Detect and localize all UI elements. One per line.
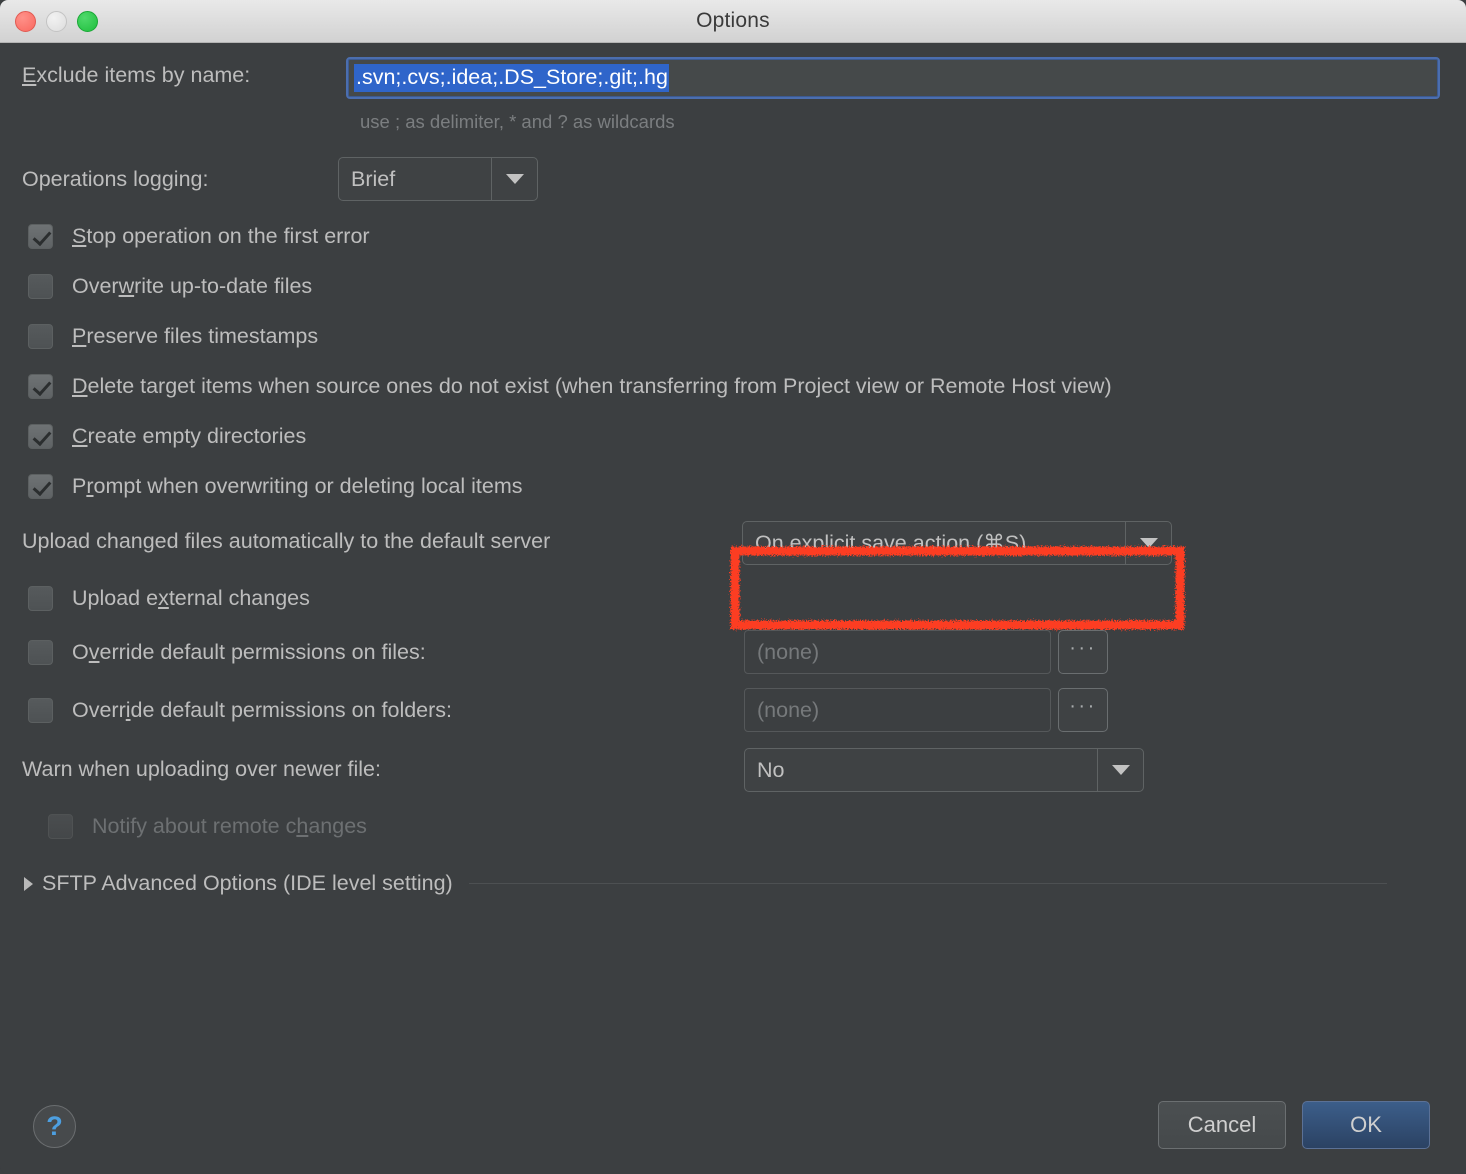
chevron-down-icon[interactable] (491, 158, 537, 200)
upload-external-changes-label: Upload external changes (72, 586, 310, 610)
delete-target-items-label: Delete target items when source ones do … (72, 374, 1112, 398)
exclude-items-value: .svn;.cvs;.idea;.DS_Store;.git;.hg (354, 64, 669, 92)
create-empty-directories-label: Create empty directories (72, 424, 307, 448)
checkbox-row[interactable]: Prompt when overwriting or deleting loca… (28, 474, 523, 499)
overwrite-up-to-date-files-checkbox[interactable] (28, 274, 53, 299)
warn-newer-select[interactable]: No (744, 748, 1144, 792)
checkbox-row[interactable]: Override default permissions on files: (28, 640, 426, 665)
help-button[interactable]: ? (33, 1105, 76, 1148)
operations-logging-select[interactable]: Brief (338, 157, 538, 201)
chevron-down-icon[interactable] (1125, 522, 1171, 564)
window-title: Options (696, 9, 770, 32)
exclude-items-label: Exclude items by name: (22, 63, 251, 87)
checkbox-row: Notify about remote changes (48, 814, 367, 839)
notify-remote-changes-checkbox (48, 814, 73, 839)
checkbox-row[interactable]: Stop operation on the first error (28, 224, 370, 249)
operations-logging-label-row: Operations logging: (22, 167, 208, 192)
checkbox-row[interactable]: Override default permissions on folders: (28, 698, 452, 723)
dialog-content: Exclude items by name: .svn;.cvs;.idea;.… (0, 43, 1466, 1174)
upload-auto-label: Upload changed files automatically to th… (22, 529, 551, 553)
override-permissions-files-input[interactable]: (none) (744, 630, 1051, 674)
browse-permissions-folders-button[interactable]: ··· (1058, 688, 1108, 732)
notify-remote-changes-label: Notify about remote changes (92, 814, 367, 838)
preserve-files-timestamps-label: Preserve files timestamps (72, 324, 319, 348)
override-permissions-folders-value-row: (none) ··· (744, 688, 1108, 732)
cancel-button[interactable]: Cancel (1158, 1101, 1286, 1149)
upload-auto-label-row: Upload changed files automatically to th… (22, 529, 550, 554)
preserve-files-timestamps-checkbox[interactable] (28, 324, 53, 349)
operations-logging-label: Operations logging: (22, 167, 209, 191)
checkbox-row[interactable]: Upload external changes (28, 586, 310, 611)
sftp-advanced-options-label: SFTP Advanced Options (IDE level setting… (42, 871, 453, 895)
stop-operation-on-first-error-label: Stop operation on the first error (72, 224, 370, 248)
prompt-when-overwriting-checkbox[interactable] (28, 474, 53, 499)
browse-permissions-files-button[interactable]: ··· (1058, 630, 1108, 674)
warn-newer-label: Warn when uploading over newer file: (22, 757, 381, 781)
sftp-advanced-options-section[interactable]: SFTP Advanced Options (IDE level setting… (24, 871, 1387, 896)
upload-auto-select[interactable]: On explicit save action (⌘S) (742, 521, 1172, 565)
upload-external-changes-checkbox[interactable] (28, 586, 53, 611)
dialog-footer: ? Cancel OK (0, 1084, 1466, 1174)
exclude-items-input[interactable]: .svn;.cvs;.idea;.DS_Store;.git;.hg (346, 57, 1440, 99)
exclude-items-hint: use ; as delimiter, * and ? as wildcards (360, 111, 675, 132)
override-permissions-files-value-row: (none) ··· (744, 630, 1108, 674)
warn-newer-value: No (757, 757, 785, 782)
close-window-icon[interactable] (15, 11, 36, 32)
ok-button[interactable]: OK (1302, 1101, 1430, 1149)
window-traffic-lights (15, 11, 98, 32)
exclude-items-label-row: Exclude items by name: (22, 63, 250, 88)
checkbox-row[interactable]: Preserve files timestamps (28, 324, 318, 349)
override-permissions-folders-input[interactable]: (none) (744, 688, 1051, 732)
overwrite-up-to-date-files-label: Overwrite up-to-date files (72, 274, 313, 298)
stop-operation-on-first-error-checkbox[interactable] (28, 224, 53, 249)
operations-logging-value: Brief (351, 166, 396, 191)
checkbox-row[interactable]: Delete target items when source ones do … (28, 374, 1112, 399)
section-divider (468, 883, 1387, 884)
delete-target-items-checkbox[interactable] (28, 374, 53, 399)
checkbox-row[interactable]: Create empty directories (28, 424, 306, 449)
minimize-window-icon[interactable] (46, 11, 67, 32)
prompt-when-overwriting-label: Prompt when overwriting or deleting loca… (72, 474, 523, 498)
checkbox-row[interactable]: Overwrite up-to-date files (28, 274, 312, 299)
options-dialog-window: Options Exclude items by name: .svn;.cvs… (0, 0, 1466, 1174)
create-empty-directories-checkbox[interactable] (28, 424, 53, 449)
upload-auto-value: On explicit save action (⌘S) (755, 530, 1027, 555)
override-permissions-folders-checkbox[interactable] (28, 698, 53, 723)
chevron-down-icon[interactable] (1097, 749, 1143, 791)
maximize-window-icon[interactable] (77, 11, 98, 32)
override-permissions-files-checkbox[interactable] (28, 640, 53, 665)
title-bar: Options (0, 0, 1466, 43)
override-permissions-folders-label: Override default permissions on folders: (72, 698, 453, 722)
override-permissions-files-label: Override default permissions on files: (72, 640, 426, 664)
warn-newer-label-row: Warn when uploading over newer file: (22, 757, 381, 782)
chevron-right-icon[interactable] (24, 876, 33, 891)
